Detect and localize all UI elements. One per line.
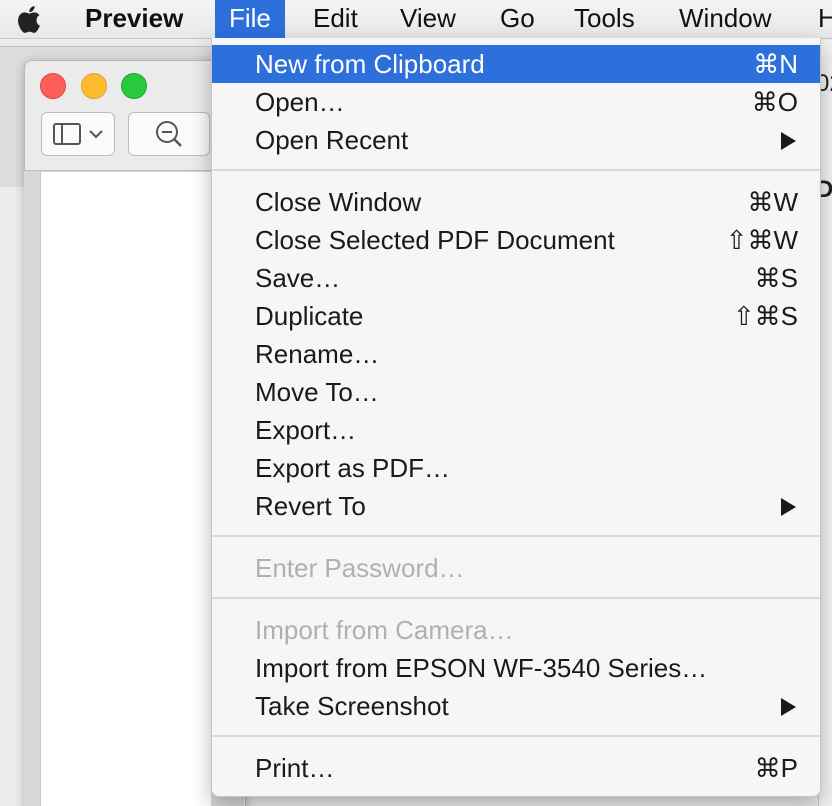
shortcut-label: ⌘P bbox=[754, 753, 798, 783]
menu-tools[interactable]: Tools bbox=[574, 0, 635, 38]
menu-item-label: New from Clipboard bbox=[255, 49, 485, 79]
submenu-arrow-icon bbox=[781, 132, 796, 150]
shortcut-label: ⌘S bbox=[754, 263, 798, 293]
sidebar-icon bbox=[53, 123, 103, 145]
document-page bbox=[40, 172, 211, 806]
menu-bar: Preview File Edit View Go Tools Window H bbox=[0, 0, 832, 39]
screen: 02 D Preview File Edit View Go Tools Win… bbox=[0, 0, 832, 806]
menu-item-label: Open… bbox=[255, 87, 345, 117]
menu-item-import-from-epson[interactable]: Import from EPSON WF-3540 Series… bbox=[212, 649, 820, 687]
menu-item-label: Import from Camera… bbox=[255, 615, 514, 645]
menu-item-label: Take Screenshot bbox=[255, 691, 449, 721]
menu-item-label: Rename… bbox=[255, 339, 380, 369]
menu-separator bbox=[212, 169, 820, 171]
menu-item-rename[interactable]: Rename… bbox=[212, 335, 820, 373]
menu-item-label: Revert To bbox=[255, 491, 366, 521]
menu-help[interactable]: H bbox=[818, 0, 832, 38]
menu-edit[interactable]: Edit bbox=[313, 0, 358, 38]
zoom-window-icon[interactable] bbox=[121, 73, 147, 99]
menu-item-label: Move To… bbox=[255, 377, 379, 407]
sidebar-toggle-button[interactable] bbox=[41, 112, 115, 156]
menu-item-duplicate[interactable]: Duplicate ⇧⌘S bbox=[212, 297, 820, 335]
menu-item-open-recent[interactable]: Open Recent bbox=[212, 121, 820, 159]
menu-file[interactable]: File bbox=[215, 0, 285, 38]
menu-item-label: Close Window bbox=[255, 187, 422, 217]
minimize-window-icon[interactable] bbox=[81, 73, 107, 99]
menu-item-open[interactable]: Open… ⌘O bbox=[212, 83, 820, 121]
menu-separator bbox=[212, 535, 820, 537]
menu-item-close-window[interactable]: Close Window ⌘W bbox=[212, 183, 820, 221]
zoom-out-button[interactable] bbox=[128, 112, 210, 156]
menu-item-revert-to[interactable]: Revert To bbox=[212, 487, 820, 525]
menu-item-label: Duplicate bbox=[255, 301, 364, 331]
menu-item-take-screenshot[interactable]: Take Screenshot bbox=[212, 687, 820, 725]
menu-item-new-from-clipboard[interactable]: New from Clipboard ⌘N bbox=[212, 45, 820, 83]
shortcut-label: ⌘O bbox=[751, 87, 798, 117]
submenu-arrow-icon bbox=[781, 498, 796, 516]
menu-item-label: Open Recent bbox=[255, 125, 409, 155]
submenu-arrow-icon bbox=[781, 698, 796, 716]
menu-view[interactable]: View bbox=[400, 0, 456, 38]
menu-item-close-selected-pdf[interactable]: Close Selected PDF Document ⇧⌘W bbox=[212, 221, 820, 259]
menu-item-print[interactable]: Print… ⌘P bbox=[212, 749, 820, 787]
shortcut-label: ⇧⌘W bbox=[725, 225, 798, 255]
menu-item-enter-password: Enter Password… bbox=[212, 549, 820, 587]
shortcut-label: ⇧⌘S bbox=[732, 301, 798, 331]
file-menu: New from Clipboard ⌘N Open… ⌘O Open Rece… bbox=[211, 38, 821, 797]
shortcut-label: ⌘N bbox=[753, 49, 798, 79]
menu-item-label: Enter Password… bbox=[255, 553, 465, 583]
shortcut-label: ⌘W bbox=[747, 187, 798, 217]
menu-item-label: Export as PDF… bbox=[255, 453, 451, 483]
apple-icon[interactable] bbox=[14, 4, 46, 34]
menu-item-export-as-pdf[interactable]: Export as PDF… bbox=[212, 449, 820, 487]
zoom-out-icon bbox=[156, 121, 182, 147]
menu-item-label: Export… bbox=[255, 415, 357, 445]
menu-item-label: Import from EPSON WF-3540 Series… bbox=[255, 653, 708, 683]
menu-item-label: Save… bbox=[255, 263, 341, 293]
menu-item-move-to[interactable]: Move To… bbox=[212, 373, 820, 411]
menu-window[interactable]: Window bbox=[679, 0, 771, 38]
menu-item-export[interactable]: Export… bbox=[212, 411, 820, 449]
menu-separator bbox=[212, 735, 820, 737]
menu-preview[interactable]: Preview bbox=[85, 0, 183, 38]
menu-item-save[interactable]: Save… ⌘S bbox=[212, 259, 820, 297]
menu-item-label: Close Selected PDF Document bbox=[255, 225, 615, 255]
menu-item-label: Print… bbox=[255, 753, 335, 783]
menu-item-import-from-camera: Import from Camera… bbox=[212, 611, 820, 649]
menu-separator bbox=[212, 597, 820, 599]
close-window-icon[interactable] bbox=[40, 73, 66, 99]
menu-go[interactable]: Go bbox=[500, 0, 535, 38]
